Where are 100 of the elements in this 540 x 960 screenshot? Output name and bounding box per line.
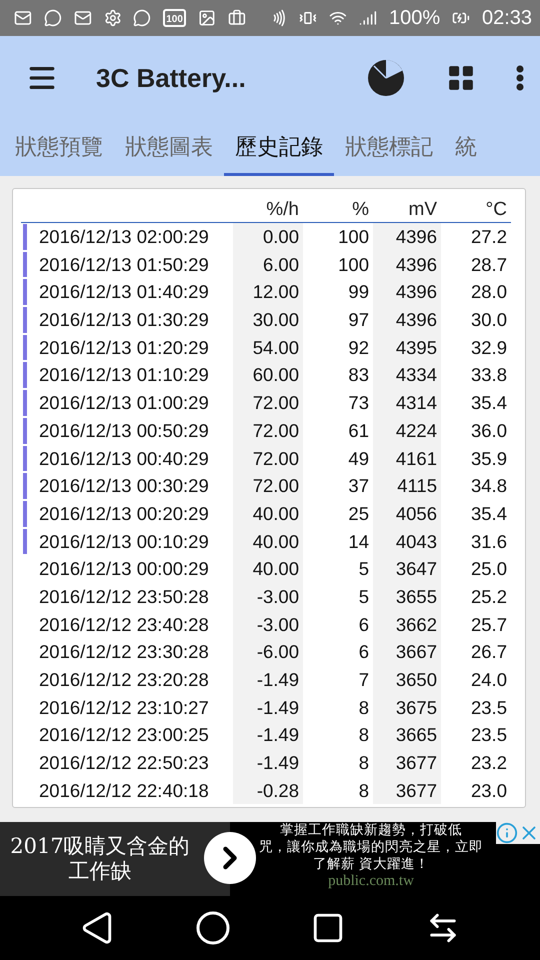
table-cell-text: 35.4 bbox=[470, 391, 508, 416]
tab[interactable]: 歷史記錄 bbox=[224, 120, 334, 176]
table-cell: 72.00 bbox=[233, 389, 303, 417]
table-cell: -1.49 bbox=[233, 666, 303, 694]
tab[interactable]: 狀態預覽 bbox=[4, 120, 114, 176]
table-cell-text: 61 bbox=[347, 418, 370, 443]
table-cell: 12.00 bbox=[233, 278, 303, 306]
table-cell: 3647 bbox=[373, 555, 441, 583]
table-cell-text: 2016/12/12 23:20:28 bbox=[38, 668, 210, 692]
table-cell: 3677 bbox=[373, 749, 441, 777]
table-cell: 40.00 bbox=[233, 500, 303, 528]
table-cell-text: 49 bbox=[347, 446, 370, 470]
table-cell: -6.00 bbox=[233, 638, 303, 666]
grid-icon bbox=[446, 63, 476, 93]
table-cell: -0.28 bbox=[233, 776, 303, 804]
ad-headline: 2017吸睛又含金的工作缺 bbox=[9, 834, 191, 884]
info-icon[interactable] bbox=[496, 822, 518, 844]
table-cell: 4056 bbox=[373, 500, 441, 528]
app-title: 3C Battery... bbox=[96, 62, 247, 94]
table-cell-text: 2016/12/13 01:30:29 bbox=[38, 308, 210, 332]
table-cell: 4395 bbox=[373, 334, 441, 362]
table-cell-text: 26.7 bbox=[470, 640, 508, 664]
table-cell-text: 37 bbox=[347, 474, 370, 498]
table-cell: 3677 bbox=[373, 776, 441, 804]
table-cell: -1.49 bbox=[233, 721, 303, 750]
table-cell-text: 30.0 bbox=[470, 308, 508, 332]
table-cell-text: 100 bbox=[337, 252, 370, 277]
tab[interactable]: 狀態圖表 bbox=[114, 120, 224, 176]
table-cell-text: 8 bbox=[358, 778, 370, 803]
table-cell: 4224 bbox=[373, 416, 441, 444]
table-cell: 4396 bbox=[373, 250, 441, 278]
table-cell: 54.00 bbox=[233, 334, 303, 362]
table-cell: 4314 bbox=[373, 389, 441, 417]
table-cell-text: 28.7 bbox=[470, 252, 508, 277]
table-cell: 3665 bbox=[373, 721, 441, 750]
table-cell-text: 2016/12/13 01:10:29 bbox=[38, 363, 210, 388]
table-cell-text: 73 bbox=[347, 391, 370, 416]
table-cell-text: 2016/12/13 00:40:29 bbox=[38, 446, 210, 470]
table-cell-text: 2016/12/12 23:40:28 bbox=[38, 612, 210, 637]
ad-text: 咒，讓你成為職場的閃亮之星，立即 bbox=[259, 839, 483, 856]
table-cell-text: 92 bbox=[347, 336, 370, 360]
column-header: % bbox=[303, 199, 373, 223]
table-cell-text: 14 bbox=[347, 530, 370, 554]
battery-percent: 100% bbox=[388, 6, 440, 30]
table-cell-text: 2016/12/12 22:50:23 bbox=[38, 751, 210, 776]
table-cell-text: 100 bbox=[337, 225, 370, 249]
table-cell: 4396 bbox=[373, 278, 441, 306]
notification-badge: 100 bbox=[163, 9, 186, 27]
table-cell-text: 83 bbox=[347, 363, 370, 388]
table-cell: 72.00 bbox=[233, 472, 303, 500]
table-cell-text: 8 bbox=[358, 723, 370, 748]
table-cell: 72.00 bbox=[233, 444, 303, 472]
table-cell-text: 2016/12/13 01:20:29 bbox=[38, 336, 210, 360]
tab[interactable]: 狀態標記 bbox=[334, 120, 444, 176]
table-cell: 3655 bbox=[373, 582, 441, 611]
table-cell: -1.49 bbox=[233, 694, 303, 722]
table-cell-text: 2016/12/13 00:10:29 bbox=[38, 530, 210, 554]
table-cell-text: 2016/12/13 02:00:29 bbox=[38, 225, 210, 249]
table-cell-text: 35.4 bbox=[470, 502, 508, 526]
table-cell: 0.00 bbox=[233, 223, 303, 251]
table-cell-text: 33.8 bbox=[470, 363, 508, 388]
table-cell-text: 2016/12/13 00:20:29 bbox=[38, 502, 210, 526]
table-cell: 4115 bbox=[373, 472, 441, 500]
table-cell: 3662 bbox=[373, 610, 441, 638]
table-cell-text: 23.5 bbox=[470, 723, 508, 748]
table-cell: 72.00 bbox=[233, 416, 303, 444]
table-cell-text: 25.7 bbox=[470, 612, 508, 637]
table-cell: 4043 bbox=[373, 528, 441, 556]
table-cell: -3.00 bbox=[233, 582, 303, 611]
ad-arrow-button[interactable] bbox=[204, 832, 256, 884]
grid-button[interactable] bbox=[446, 63, 476, 93]
table-cell: -1.49 bbox=[233, 749, 303, 777]
tab[interactable]: 統 bbox=[444, 120, 488, 176]
table-cell: 40.00 bbox=[233, 555, 303, 583]
table-cell-text: 2016/12/13 00:00:29 bbox=[38, 557, 210, 582]
ad-text: 了解薪 資大躍進！ bbox=[312, 856, 430, 873]
table-cell-text: 2016/12/13 01:00:29 bbox=[38, 391, 210, 416]
pie-chart-icon[interactable] bbox=[366, 58, 406, 98]
more-icon bbox=[516, 65, 524, 91]
table-cell-text: 6 bbox=[358, 640, 370, 664]
table-cell-text: 36.0 bbox=[470, 418, 508, 443]
table-cell-text: 31.6 bbox=[470, 530, 508, 554]
table-cell-text: 27.2 bbox=[470, 225, 508, 249]
table-cell-text: 2016/12/12 22:40:18 bbox=[38, 778, 210, 803]
table-cell: 3667 bbox=[373, 638, 441, 666]
gear-icon bbox=[104, 7, 122, 29]
table-cell-text: 35.9 bbox=[470, 446, 508, 470]
table-cell-text: 2016/12/13 01:50:29 bbox=[38, 252, 210, 277]
table-cell-text: 23.0 bbox=[470, 778, 508, 803]
table-cell-text: 23.2 bbox=[470, 751, 508, 776]
table-cell: 3650 bbox=[373, 666, 441, 694]
more-button[interactable] bbox=[516, 65, 524, 91]
ad-banner[interactable]: 2017吸睛又含金的工作缺 掌握工作職缺新趨勢，打破低 咒，讓你成為職場的閃亮之星，立即 了解薪 資大躍進！ public.com.tw bbox=[0, 822, 540, 896]
table-cell-text: 2016/12/12 23:30:28 bbox=[38, 640, 210, 664]
column-header: °C bbox=[441, 199, 511, 223]
table-cell-text: 32.9 bbox=[470, 336, 508, 360]
table-cell-text: 2016/12/13 00:50:29 bbox=[38, 418, 210, 443]
table-cell-text: 8 bbox=[358, 751, 370, 776]
table-cell-text: 25 bbox=[347, 502, 370, 526]
ad-domain: public.com.tw bbox=[328, 873, 414, 890]
